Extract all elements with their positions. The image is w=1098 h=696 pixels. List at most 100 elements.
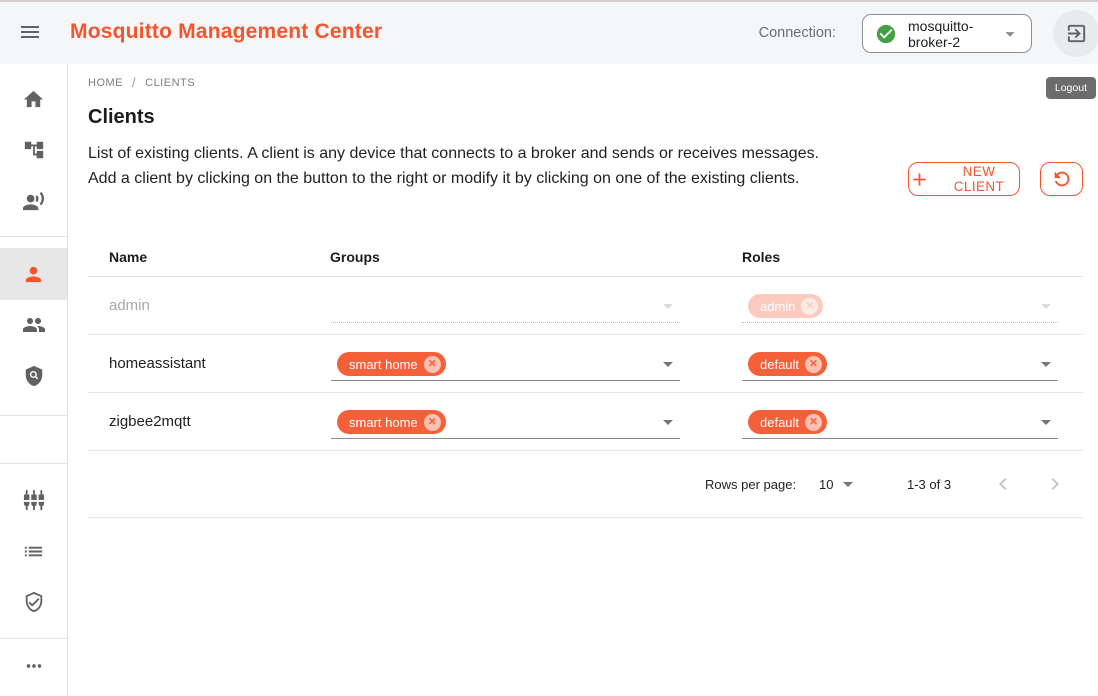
connection-label: Connection: [759, 25, 836, 41]
chevron-down-icon[interactable] [656, 294, 680, 318]
role-chip-label: default [760, 415, 799, 430]
sidebar-item-streams[interactable] [0, 175, 67, 227]
role-chip: default ✕ [748, 410, 827, 434]
sidebar-divider [0, 638, 67, 639]
sidebar-item-home[interactable] [0, 73, 67, 125]
column-header-roles: Roles [742, 249, 780, 265]
refresh-icon [1051, 168, 1073, 190]
client-name: admin [109, 277, 150, 334]
previous-page-button[interactable] [991, 472, 1015, 496]
group-chip: smart home ✕ [337, 410, 446, 434]
group-chip-label: smart home [349, 415, 418, 430]
main-content: HOME / CLIENTS Logout Clients List of ex… [68, 64, 1098, 696]
chevron-down-icon[interactable] [656, 352, 680, 376]
table-row-zigbee2mqtt[interactable]: zigbee2mqtt smart home ✕ default ✕ [88, 393, 1083, 451]
connection-select[interactable]: mosquitto-broker-2 [862, 14, 1032, 53]
sidebar-divider [0, 463, 67, 464]
chip-delete-icon[interactable]: ✕ [805, 356, 822, 373]
shield-search-icon [23, 365, 45, 387]
chevron-down-icon [999, 23, 1021, 45]
table-pagination: Rows per page: 10 1-3 of 3 [88, 451, 1083, 518]
connection-status-icon [875, 23, 897, 45]
client-name: homeassistant [109, 335, 206, 392]
new-client-button[interactable]: NEW CLIENT [908, 162, 1020, 196]
groups-select[interactable]: smart home ✕ [331, 393, 680, 450]
column-header-groups: Groups [330, 249, 380, 265]
roles-select[interactable]: default ✕ [742, 335, 1058, 392]
table-header-row: Name Groups Roles [88, 241, 1083, 277]
sidebar-item-groups[interactable] [0, 299, 67, 351]
roles-select[interactable]: admin ✕ [742, 277, 1058, 334]
hamburger-menu-icon [18, 20, 42, 44]
next-page-button[interactable] [1043, 472, 1067, 496]
topology-tree-icon [23, 139, 45, 161]
clients-table: Name Groups Roles admin admin ✕ homeassi… [88, 241, 1083, 518]
sidebar-item-settings-list[interactable] [0, 525, 67, 577]
people-icon [22, 313, 46, 337]
input-component-icon [23, 489, 45, 511]
sidebar-item-topology[interactable] [0, 124, 67, 176]
person-icon [22, 263, 45, 286]
breadcrumb-separator: / [132, 75, 136, 90]
select-underline [742, 322, 1058, 323]
select-underline [742, 380, 1058, 381]
breadcrumb-current: CLIENTS [145, 77, 195, 89]
group-chip-label: smart home [349, 357, 418, 372]
sidebar-divider [0, 236, 67, 237]
logout-button[interactable] [1053, 10, 1098, 57]
chip-delete-icon[interactable]: ✕ [424, 356, 441, 373]
chevron-down-icon[interactable] [1034, 352, 1058, 376]
role-chip-label: default [760, 357, 799, 372]
chevron-down-icon[interactable] [656, 410, 680, 434]
table-row-admin[interactable]: admin admin ✕ [88, 277, 1083, 335]
role-chip: default ✕ [748, 352, 827, 376]
shield-check-icon [23, 591, 45, 613]
column-header-name: Name [109, 249, 147, 265]
group-chip: smart home ✕ [337, 352, 446, 376]
connection-select-value: mosquitto-broker-2 [908, 18, 999, 50]
voice-over-icon [22, 190, 45, 213]
sidebar-divider [0, 415, 67, 416]
select-underline [331, 438, 680, 439]
home-icon [22, 88, 45, 111]
select-underline [742, 438, 1058, 439]
page-title: Clients [88, 106, 155, 129]
hamburger-menu-button[interactable] [8, 10, 52, 54]
table-row-homeassistant[interactable]: homeassistant smart home ✕ default ✕ [88, 335, 1083, 393]
pagination-range: 1-3 of 3 [907, 451, 951, 517]
logout-tooltip: Logout [1046, 77, 1096, 99]
roles-select[interactable]: default ✕ [742, 393, 1058, 450]
client-name: zigbee2mqtt [109, 393, 191, 450]
chip-delete-icon[interactable]: ✕ [424, 414, 441, 431]
sidebar-item-roles[interactable] [0, 350, 67, 402]
rows-per-page-select[interactable]: 10 [819, 451, 833, 517]
more-horizontal-icon [23, 655, 45, 677]
logout-icon [1065, 22, 1088, 45]
role-chip: admin ✕ [748, 294, 823, 318]
sidebar [0, 64, 68, 696]
groups-select[interactable]: smart home ✕ [331, 335, 680, 392]
chevron-down-icon[interactable] [1034, 294, 1058, 318]
select-underline [331, 380, 680, 381]
sidebar-item-more[interactable] [0, 640, 67, 692]
select-underline [331, 322, 680, 323]
refresh-button[interactable] [1040, 162, 1083, 196]
chip-delete-icon[interactable]: ✕ [801, 298, 818, 315]
breadcrumb-home[interactable]: HOME [88, 77, 123, 89]
sidebar-item-plugins[interactable] [0, 474, 67, 526]
list-icon [22, 540, 45, 563]
new-client-button-label: NEW CLIENT [939, 164, 1019, 194]
page-description: List of existing clients. A client is an… [88, 141, 836, 191]
sidebar-item-clients[interactable] [0, 248, 67, 300]
chevron-down-icon[interactable] [1034, 410, 1058, 434]
sidebar-item-security[interactable] [0, 576, 67, 628]
plus-icon [909, 169, 930, 190]
chip-delete-icon[interactable]: ✕ [805, 414, 822, 431]
groups-select[interactable] [331, 277, 680, 334]
chevron-down-icon[interactable] [836, 472, 860, 496]
chevron-left-icon [991, 472, 1015, 496]
breadcrumb: HOME / CLIENTS [88, 75, 195, 90]
app-header: Mosquitto Management Center Connection: … [0, 2, 1098, 64]
chevron-right-icon [1043, 472, 1067, 496]
app-title: Mosquitto Management Center [70, 20, 382, 44]
